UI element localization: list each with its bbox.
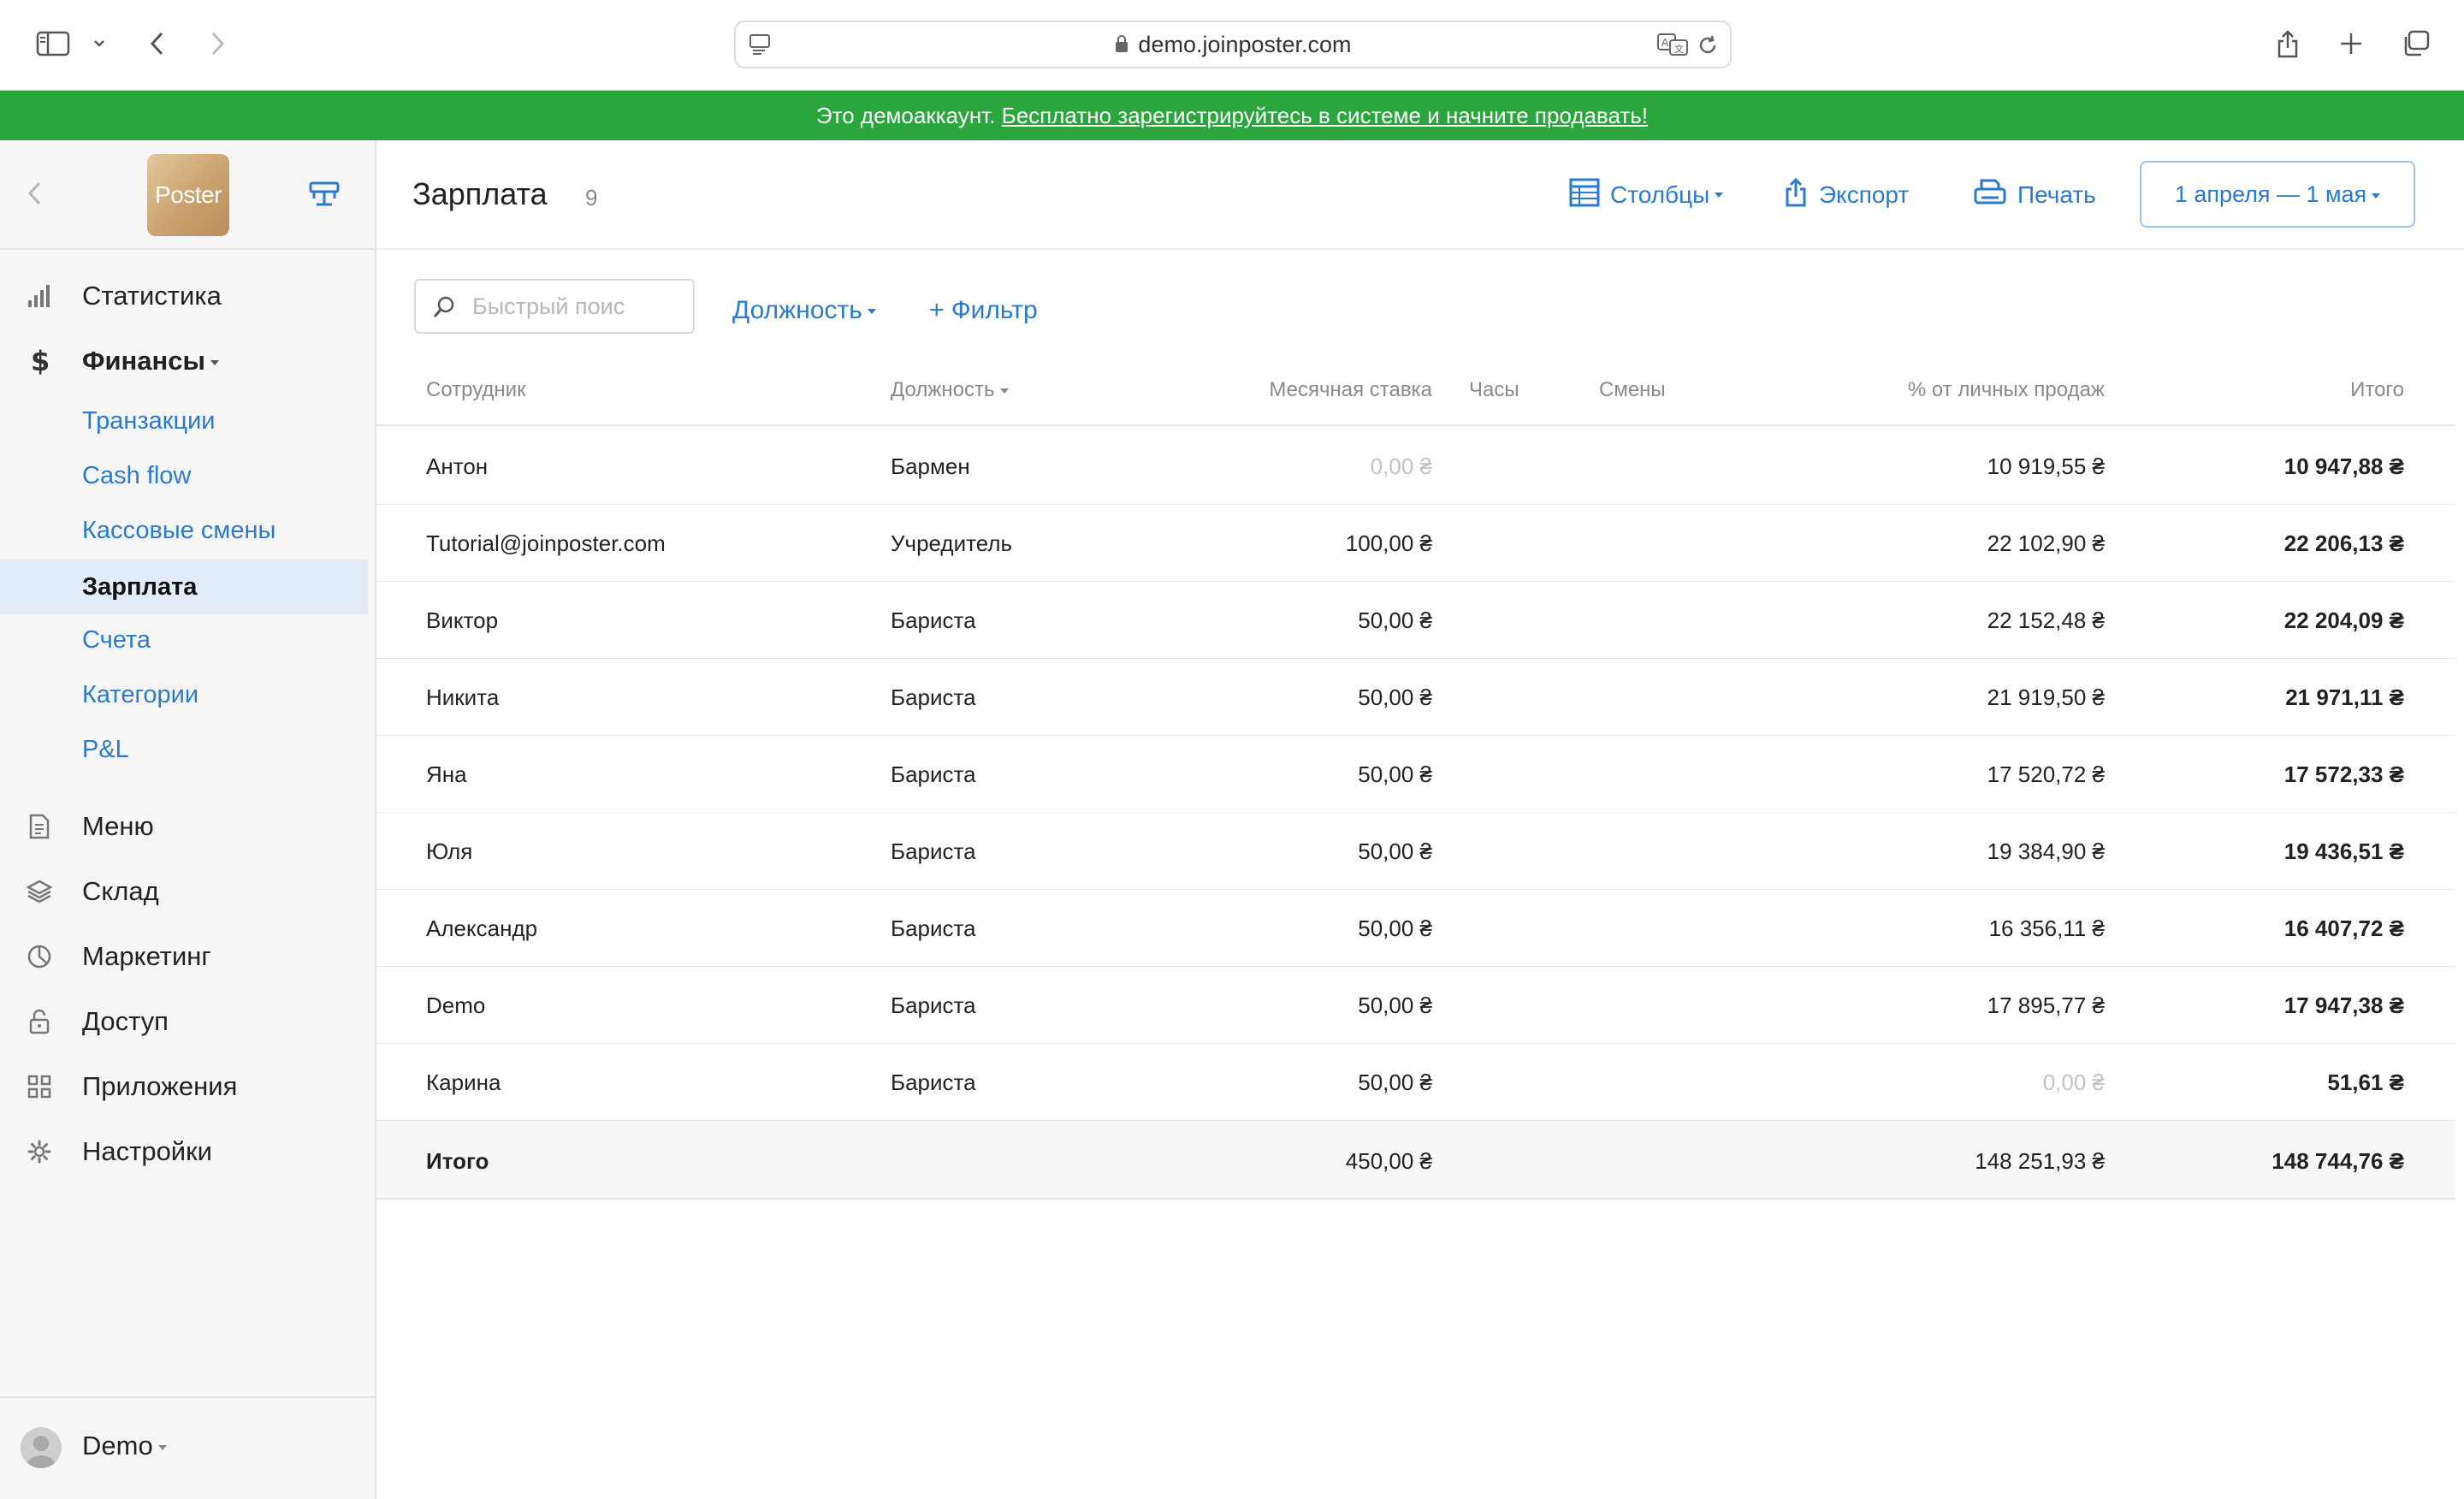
sidebar-item-warehouse[interactable]: Склад [0, 864, 368, 919]
bar-chart-icon [26, 282, 53, 310]
collapse-sidebar-icon[interactable] [26, 178, 43, 213]
print-button[interactable]: Печать [1973, 178, 2096, 212]
upload-icon [1783, 176, 1819, 215]
sidebar-item-label: Меню [82, 811, 154, 841]
search-icon [433, 296, 454, 317]
sidebar-sub-accounts[interactable]: Счета [0, 613, 368, 667]
tab-overview-icon[interactable] [2397, 22, 2435, 65]
avatar [21, 1427, 62, 1468]
layers-icon [26, 878, 53, 905]
address-bar[interactable]: demo.joinposter.com A文 [734, 21, 1732, 68]
col-position[interactable]: Должность [891, 378, 1009, 402]
page-header: Зарплата 9 Столбцы Экспорт Печать 1 апре… [376, 140, 2464, 250]
columns-button[interactable]: Столбцы [1569, 178, 1724, 213]
sidebar-sub-cash-flow[interactable]: Cash flow [0, 448, 368, 503]
table-row[interactable]: Карина Бариста 50,00 ₴ 0,00 ₴ 51,61 ₴ [376, 1044, 2455, 1121]
position-filter-dropdown[interactable]: Должность [732, 296, 876, 325]
svg-text:A: A [1661, 37, 1669, 49]
sidebar-sub-pnl[interactable]: P&L [0, 722, 368, 777]
table-row[interactable]: Никита Бариста 50,00 ₴ 21 919,50 ₴ 21 97… [376, 659, 2455, 736]
table-row[interactable]: Виктор Бариста 50,00 ₴ 22 152,48 ₴ 22 20… [376, 582, 2455, 659]
sidebar-item-label: Настройки [82, 1136, 213, 1166]
quick-search[interactable] [414, 279, 695, 334]
user-name: Demo [82, 1431, 167, 1461]
col-monthly-rate[interactable]: Месячная ставка [1269, 378, 1432, 402]
lock-open-icon [26, 1008, 53, 1035]
sidebar-toggle-icon[interactable] [31, 22, 75, 65]
new-tab-icon[interactable] [2334, 22, 2368, 65]
sidebar-item-label: Доступ [82, 1006, 169, 1036]
demo-banner: Это демоаккаунт. Бесплатно зарегистрируй… [0, 91, 2464, 140]
col-employee[interactable]: Сотрудник [426, 378, 526, 402]
sidebar-item-finance[interactable]: $ Финансы [0, 334, 368, 388]
date-range-picker[interactable]: 1 апреля — 1 мая [2140, 161, 2415, 228]
translate-icon[interactable]: A文 [1656, 33, 1689, 56]
table-totals-row: Итого 450,00 ₴ 148 251,93 ₴ 148 744,76 ₴ [376, 1121, 2455, 1200]
sidebar-sub-categories[interactable]: Категории [0, 667, 368, 722]
reload-icon[interactable] [1696, 33, 1720, 57]
table-row[interactable]: Александр Бариста 50,00 ₴ 16 356,11 ₴ 16… [376, 890, 2455, 967]
pos-terminal-icon[interactable] [308, 178, 341, 213]
add-filter-button[interactable]: + Фильтр [929, 296, 1038, 325]
filter-toolbar: Должность + Фильтр [376, 250, 2464, 349]
grid-icon [26, 1073, 53, 1100]
main-content: Зарплата 9 Столбцы Экспорт Печать 1 апре… [376, 140, 2464, 1499]
document-icon [26, 813, 53, 840]
share-icon[interactable] [2271, 22, 2305, 65]
sidebar: Poster Статистика $ Финансы Транзакции C… [0, 140, 376, 1499]
poster-logo[interactable]: Poster [147, 154, 229, 236]
table-row[interactable]: Tutorial@joinposter.com Учредитель 100,0… [376, 505, 2455, 582]
sidebar-header: Poster [0, 140, 375, 250]
col-shifts[interactable]: Смены [1599, 378, 1666, 402]
browser-toolbar: demo.joinposter.com A文 [0, 0, 2464, 91]
register-link[interactable]: Бесплатно зарегистрируйтесь в системе и … [1002, 103, 1648, 128]
user-menu[interactable]: Demo [0, 1396, 375, 1499]
lock-icon [1114, 34, 1129, 53]
table-row[interactable]: Яна Бариста 50,00 ₴ 17 520,72 ₴ 17 572,3… [376, 736, 2455, 813]
pie-chart-icon [26, 943, 53, 970]
sidebar-item-menu[interactable]: Меню [0, 799, 368, 854]
sidebar-sub-salary[interactable]: Зарплата [0, 560, 368, 614]
demo-banner-text: Это демоаккаунт. [815, 103, 1002, 128]
forward-arrow-icon[interactable] [202, 22, 233, 65]
sidebar-item-marketing[interactable]: Маркетинг [0, 929, 368, 984]
table-row[interactable]: Юля Бариста 50,00 ₴ 19 384,90 ₴ 19 436,5… [376, 813, 2455, 890]
sidebar-item-label: Маркетинг [82, 941, 211, 971]
svg-text:$: $ [31, 347, 50, 376]
page-title: Зарплата [412, 176, 548, 211]
sidebar-sub-cash-shifts[interactable]: Кассовые смены [0, 503, 368, 558]
sidebar-item-label: Приложения [82, 1071, 238, 1101]
table-icon [1569, 178, 1610, 213]
sidebar-item-label: Склад [82, 876, 159, 906]
table-row[interactable]: Demo Бариста 50,00 ₴ 17 895,77 ₴ 17 947,… [376, 967, 2455, 1044]
search-input[interactable] [472, 289, 686, 323]
table-header: Сотрудник Должность Месячная ставка Часы… [376, 349, 2455, 426]
back-arrow-icon[interactable] [142, 22, 173, 65]
sidebar-item-settings[interactable]: Настройки [0, 1124, 368, 1179]
sidebar-item-label: Статистика [82, 281, 222, 311]
table-row[interactable]: Антон Бармен 0,00 ₴ 10 919,55 ₴ 10 947,8… [376, 428, 2455, 505]
svg-text:文: 文 [1674, 43, 1684, 55]
col-sales-pct[interactable]: % от личных продаж [1908, 378, 2105, 402]
col-total[interactable]: Итого [2350, 378, 2404, 402]
sidebar-item-statistics[interactable]: Статистика [0, 269, 368, 323]
sidebar-item-access[interactable]: Доступ [0, 994, 368, 1049]
col-hours[interactable]: Часы [1469, 378, 1519, 402]
export-button[interactable]: Экспорт [1783, 176, 1909, 215]
record-count: 9 [585, 185, 598, 210]
gear-icon [26, 1138, 53, 1165]
dollar-icon: $ [26, 347, 53, 376]
url-text: demo.joinposter.com [1138, 32, 1352, 57]
sidebar-item-apps[interactable]: Приложения [0, 1059, 368, 1114]
sidebar-sub-transactions[interactable]: Транзакции [0, 394, 368, 448]
chevron-down-icon[interactable] [89, 22, 110, 65]
printer-icon [1973, 177, 2017, 214]
sidebar-item-label: Финансы [82, 346, 219, 376]
